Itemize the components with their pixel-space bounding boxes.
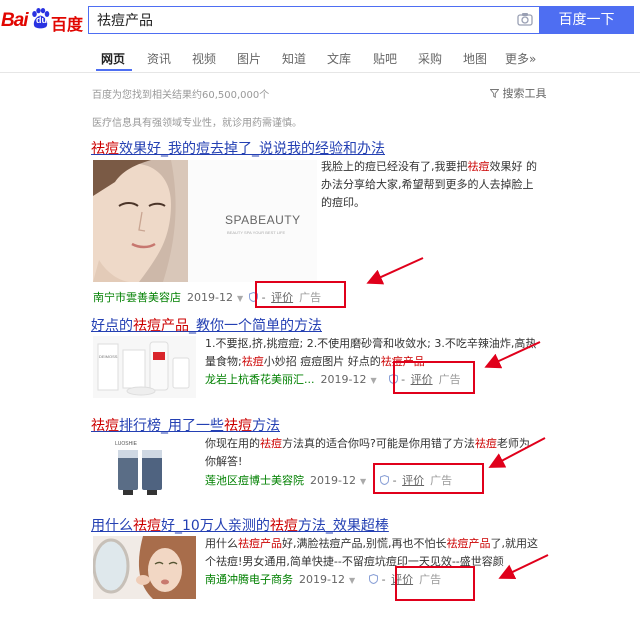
baidu-logo[interactable]: Bai du 百度 bbox=[0, 8, 85, 34]
result-image-4[interactable] bbox=[93, 536, 196, 599]
svg-text:DEIMOSS: DEIMOSS bbox=[99, 354, 118, 359]
source-name[interactable]: 南宁市雲善美容店 bbox=[93, 291, 181, 304]
tab-web[interactable]: 网页 bbox=[101, 50, 125, 67]
title-text: 好点的 bbox=[91, 318, 133, 334]
result-title-1[interactable]: 祛痘效果好_我的痘去掉了_说说我的经验和办法 bbox=[91, 138, 385, 158]
desc-highlight: 祛痘 bbox=[241, 355, 264, 368]
title-highlight: 祛痘 bbox=[133, 518, 161, 534]
result-desc-1: 我脸上的痘已经没有了,我要把祛痘效果好 的办法分享给大家,希望帮到更多的人去掉脸… bbox=[321, 158, 539, 212]
logo-du: du bbox=[36, 15, 47, 25]
title-highlight: 祛痘产品 bbox=[133, 318, 189, 334]
tab-caigou[interactable]: 采购 bbox=[418, 50, 442, 67]
filter-icon bbox=[489, 89, 500, 99]
spa-face-image: SPABEAUTY BEAUTY SPA YOUR BEST LIFE bbox=[93, 160, 317, 282]
tab-zhidao[interactable]: 知道 bbox=[282, 50, 306, 67]
title-text: 好_10万人亲测的 bbox=[161, 518, 270, 534]
title-highlight: 祛痘 bbox=[91, 418, 119, 434]
svg-text:BEAUTY SPA YOUR BEST LIFE: BEAUTY SPA YOUR BEST LIFE bbox=[227, 230, 286, 235]
search-tools[interactable]: 搜索工具 bbox=[489, 85, 547, 101]
desc-text: 我脸上的痘已经没有了,我要把 bbox=[321, 160, 468, 173]
desc-highlight: 祛痘 bbox=[260, 437, 282, 450]
chevron-down-icon[interactable]: ▼ bbox=[360, 477, 366, 486]
desc-text: 方法真的适合你吗?可能是你用错了方法 bbox=[282, 437, 475, 450]
svg-text:SPABEAUTY: SPABEAUTY bbox=[225, 213, 301, 227]
tab-tieba[interactable]: 贴吧 bbox=[373, 50, 397, 67]
result-desc-4: 用什么祛痘产品好,满脸祛痘产品,别慌,再也不怕长祛痘产品了,就用这个祛痘!男女通… bbox=[205, 535, 540, 571]
desc-text: 好,满脸祛痘产品,别慌,再也不怕长 bbox=[282, 537, 447, 550]
cleanser-tubes-image: LUOSHIE bbox=[93, 436, 196, 498]
logo-chinese: 百度 bbox=[51, 15, 84, 34]
result-date: 2019-12 bbox=[299, 573, 345, 586]
logo-latin: Bai bbox=[1, 10, 29, 31]
highlight-box-1 bbox=[255, 281, 346, 308]
desc-highlight: 祛痘 bbox=[467, 160, 490, 173]
result-count: 百度为您找到相关结果约60,500,000个 bbox=[92, 90, 270, 101]
title-text: 效果好_我的痘去掉了_说说我的经验和办法 bbox=[119, 141, 385, 157]
woman-mirror-image bbox=[93, 536, 196, 599]
search-tools-label: 搜索工具 bbox=[502, 87, 547, 100]
tab-map[interactable]: 地图 bbox=[463, 50, 487, 67]
arrow-1 bbox=[366, 257, 424, 285]
highlight-box-2 bbox=[393, 361, 475, 394]
source-name[interactable]: 南通冲腾电子商务 bbox=[205, 573, 293, 586]
shield-icon bbox=[369, 574, 379, 584]
highlight-box-3 bbox=[373, 463, 484, 494]
title-text: _教你一个简单的方法 bbox=[189, 318, 322, 334]
tab-video[interactable]: 视频 bbox=[192, 50, 216, 67]
result-date: 2019-12 bbox=[320, 373, 367, 386]
result-title-2[interactable]: 好点的祛痘产品_教你一个简单的方法 bbox=[91, 315, 322, 335]
source-name[interactable]: 龙岩上杭香花美丽汇... bbox=[205, 373, 315, 386]
desc-highlight: 祛痘 bbox=[474, 437, 497, 450]
result-title-4[interactable]: 用什么祛痘好_10万人亲测的祛痘方法_效果超棒 bbox=[91, 515, 389, 535]
desc-highlight: 祛痘产品 bbox=[446, 537, 491, 550]
title-text: 排行榜_用了一些 bbox=[119, 418, 224, 434]
result-date: 2019-12 bbox=[310, 474, 356, 487]
skincare-products-image: DEIMOSS bbox=[93, 336, 196, 398]
tab-news[interactable]: 资讯 bbox=[147, 50, 171, 67]
chevron-down-icon[interactable]: ▼ bbox=[349, 576, 355, 585]
chevron-down-icon[interactable]: ▼ bbox=[237, 294, 243, 303]
tab-more[interactable]: 更多» bbox=[505, 50, 536, 67]
chevron-down-icon[interactable]: ▼ bbox=[370, 376, 376, 385]
source-name[interactable]: 莲池区痘博士美容院 bbox=[205, 474, 304, 487]
desc-text: 小妙招 痘痘图片 好点的 bbox=[263, 355, 381, 368]
title-highlight: 祛痘 bbox=[224, 418, 252, 434]
header: Bai du 百度 百度一下 bbox=[0, 0, 640, 40]
medical-notice: 医疗信息具有强领域专业性，就诊用药需谨慎。 bbox=[92, 118, 302, 129]
title-text: 方法 bbox=[252, 418, 280, 434]
highlight-box-4 bbox=[395, 566, 475, 601]
desc-text: 你现在用的 bbox=[205, 437, 260, 450]
result-title-3[interactable]: 祛痘排行榜_用了一些祛痘方法 bbox=[91, 415, 280, 435]
active-tab-underline bbox=[96, 69, 132, 71]
search-box bbox=[88, 6, 539, 34]
result-image-3[interactable]: LUOSHIE bbox=[93, 436, 196, 498]
result-image-1[interactable]: SPABEAUTY BEAUTY SPA YOUR BEST LIFE bbox=[93, 160, 317, 282]
title-text: 用什么 bbox=[91, 518, 133, 534]
search-button[interactable]: 百度一下 bbox=[539, 6, 634, 34]
search-input[interactable] bbox=[97, 10, 497, 30]
camera-icon[interactable] bbox=[517, 12, 533, 26]
title-text: 方法_效果超棒 bbox=[297, 518, 389, 534]
result-desc-2: 1.不要抠,挤,挑痘痘; 2.不使用磨砂膏和收敛水; 3.不吃辛辣油炸,高热量食… bbox=[205, 335, 540, 371]
tab-images[interactable]: 图片 bbox=[237, 50, 261, 67]
result-image-2[interactable]: DEIMOSS bbox=[93, 336, 196, 398]
svg-text:LUOSHIE: LUOSHIE bbox=[115, 441, 138, 447]
result-desc-3: 你现在用的祛痘方法真的适合你吗?可能是你用错了方法祛痘老师为你解答! bbox=[205, 435, 535, 471]
title-highlight: 祛痘 bbox=[91, 141, 119, 157]
desc-highlight: 祛痘产品 bbox=[238, 537, 282, 550]
desc-text: 用什么 bbox=[205, 537, 238, 550]
title-highlight: 祛痘 bbox=[269, 518, 298, 534]
tab-wenku[interactable]: 文库 bbox=[327, 50, 351, 67]
result-date: 2019-12 bbox=[187, 291, 233, 304]
search-results-page: { "header": { "logo_latin": "Bai", "logo… bbox=[0, 0, 640, 617]
